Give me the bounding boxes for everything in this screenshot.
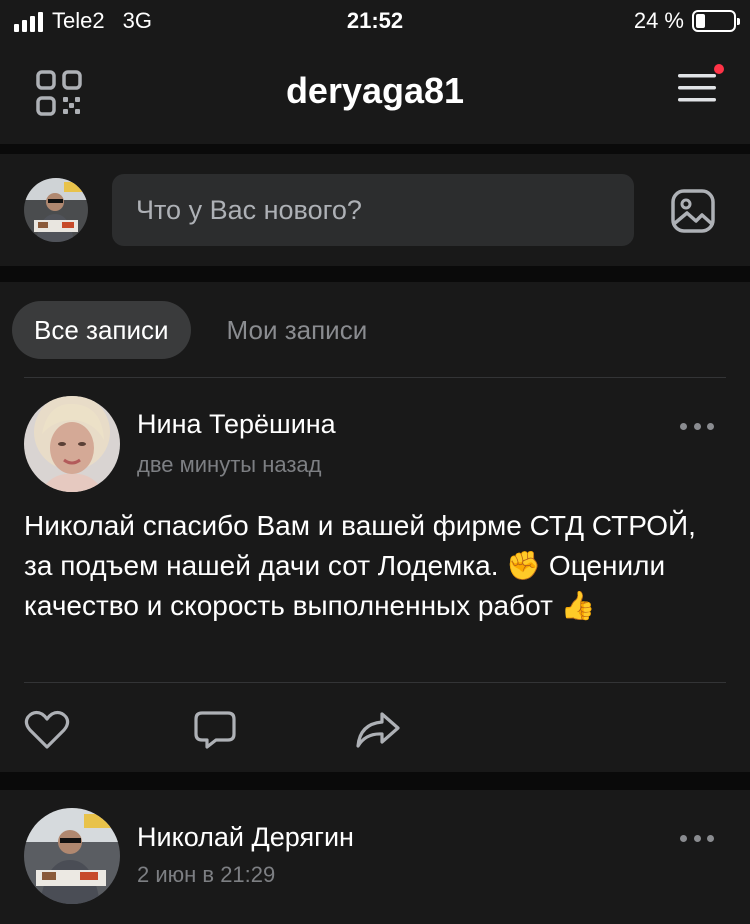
more-options-icon[interactable]	[680, 423, 714, 435]
whats-new-input[interactable]: Что у Вас нового?	[112, 174, 634, 246]
feed-card: Все записи Мои записи Нина Терёшина две …	[0, 282, 750, 772]
battery-percent: 24 %	[633, 8, 684, 33]
post-time: 2 июн в 21:29	[137, 862, 276, 887]
post-author[interactable]: Николай Дерягин	[137, 822, 354, 853]
post-text: Николай спасибо Вам и вашей фирме СТД СТ…	[24, 510, 696, 621]
comment-icon[interactable]	[192, 710, 238, 750]
status-bar: Tele2 3G 21:52 24 %	[0, 0, 750, 44]
more-options-icon[interactable]	[680, 835, 714, 847]
page-title: deryaga81	[285, 70, 465, 111]
post-actions	[24, 710, 400, 750]
like-icon[interactable]	[24, 710, 70, 750]
user-avatar[interactable]	[24, 178, 88, 242]
battery-icon	[692, 10, 740, 32]
post-time: две минуты назад	[137, 452, 322, 477]
status-right: 24 %	[633, 8, 740, 34]
post-composer: Что у Вас нового?	[0, 154, 750, 266]
battery-level	[696, 14, 705, 28]
tab-all-posts[interactable]: Все записи	[12, 301, 191, 359]
share-icon[interactable]	[354, 710, 400, 750]
app-header: deryaga81	[0, 44, 750, 144]
divider	[24, 682, 726, 683]
divider	[24, 377, 726, 378]
author-avatar[interactable]	[24, 808, 120, 904]
hamburger-menu-icon[interactable]	[676, 66, 720, 110]
notification-dot	[714, 64, 724, 74]
tab-my-posts[interactable]: Мои записи	[205, 301, 390, 359]
photo-icon[interactable]	[670, 188, 716, 234]
author-avatar[interactable]	[24, 396, 120, 492]
post-author[interactable]: Нина Терёшина	[137, 409, 336, 440]
feed-card: Николай Дерягин 2 июн в 21:29	[0, 790, 750, 924]
feed-tabs: Все записи Мои записи	[12, 301, 389, 359]
